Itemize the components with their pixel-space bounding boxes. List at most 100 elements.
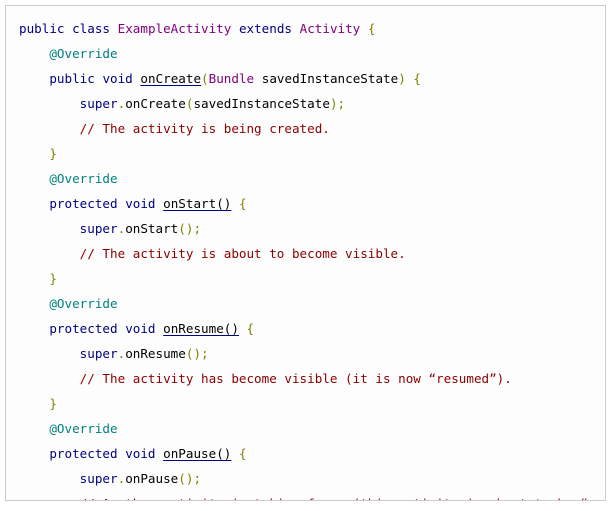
code-token-type: Bundle <box>208 71 255 86</box>
code-token-method: onPause <box>125 471 179 486</box>
code-token-keyword: super <box>79 471 118 486</box>
code-token-punct: ) <box>329 96 338 111</box>
code-token-punct: ; <box>193 471 202 486</box>
code-token-annotation: @Override <box>49 421 118 436</box>
code-token-plain: savedInstanceState <box>261 71 399 86</box>
code-token-keyword: public <box>49 71 95 86</box>
code-token-keyword: protected <box>49 446 118 461</box>
code-token-punct: () <box>185 346 202 361</box>
code-token-comment: // Another activity is taking focus (thi… <box>80 496 605 500</box>
code-token-punct: { <box>238 196 247 211</box>
code-token-keyword: class <box>72 21 111 36</box>
code-line: // Another activity is taking focus (thi… <box>19 491 605 500</box>
code-token-keyword: protected <box>49 196 118 211</box>
code-token-punct: ; <box>337 96 346 111</box>
code-line: super.onStart(); <box>19 216 605 241</box>
code-line: // The activity is being created. <box>19 116 605 141</box>
code-token-method: onStart <box>125 221 179 236</box>
code-token-type: ExampleActivity <box>117 21 232 36</box>
code-token-punct: { <box>246 321 255 336</box>
code-token-punct: } <box>49 396 57 411</box>
code-token-method-decl: onResume() <box>163 321 239 336</box>
code-token-keyword: super <box>79 96 118 111</box>
code-token-method: onCreate <box>125 96 186 111</box>
code-line: public void onCreate(Bundle savedInstanc… <box>19 66 605 91</box>
code-token-punct: { <box>367 21 376 36</box>
code-token-keyword: void <box>125 446 156 461</box>
code-token-method-decl: onStart() <box>163 196 232 211</box>
code-token-punct: ) <box>398 71 406 86</box>
code-block[interactable]: public class ExampleActivity extends Act… <box>6 6 605 500</box>
code-token-annotation: @Override <box>49 171 118 186</box>
code-line: @Override <box>19 41 605 66</box>
code-line: @Override <box>19 416 605 441</box>
code-token-punct: } <box>49 146 57 161</box>
code-line: super.onPause(); <box>19 466 605 491</box>
code-token-comment: // The activity has become visible (it i… <box>79 371 512 386</box>
code-line: } <box>19 266 605 291</box>
code-line: @Override <box>19 166 605 191</box>
code-line: protected void onStart() { <box>19 191 605 216</box>
code-line: super.onCreate(savedInstanceState); <box>19 91 605 116</box>
code-line: protected void onResume() { <box>19 316 605 341</box>
code-token-plain: savedInstanceState <box>193 96 330 111</box>
code-token-keyword: protected <box>49 321 118 336</box>
code-token-method-decl: onPause() <box>163 446 232 461</box>
code-token-punct: () <box>178 221 194 236</box>
code-token-annotation: @Override <box>49 296 118 311</box>
code-token-punct: { <box>238 446 247 461</box>
code-token-punct: () <box>178 471 194 486</box>
code-token-punct: ; <box>193 221 202 236</box>
code-token-keyword: super <box>79 221 118 236</box>
code-token-punct: { <box>413 71 421 86</box>
code-sample-card: public class ExampleActivity extends Act… <box>5 5 606 501</box>
code-line: public class ExampleActivity extends Act… <box>19 16 605 41</box>
code-line: } <box>19 391 605 416</box>
code-line: // The activity is about to become visib… <box>19 241 605 266</box>
code-token-keyword: public <box>19 21 65 36</box>
code-line: @Override <box>19 291 605 316</box>
code-token-keyword: void <box>102 71 133 86</box>
code-token-punct: } <box>49 271 57 286</box>
code-token-keyword: void <box>125 196 156 211</box>
code-token-comment: // The activity is being created. <box>79 121 330 136</box>
code-token-annotation: @Override <box>49 46 118 61</box>
code-token-keyword: extends <box>238 21 293 36</box>
code-line: // The activity has become visible (it i… <box>19 366 605 391</box>
code-token-punct: ( <box>201 71 209 86</box>
code-token-comment: // The activity is about to become visib… <box>79 246 406 261</box>
code-line: super.onResume(); <box>19 341 605 366</box>
code-token-punct: ; <box>201 346 209 361</box>
code-token-keyword: void <box>125 321 156 336</box>
code-token-method: onResume <box>125 346 186 361</box>
code-token-method-decl: onCreate <box>140 71 202 86</box>
